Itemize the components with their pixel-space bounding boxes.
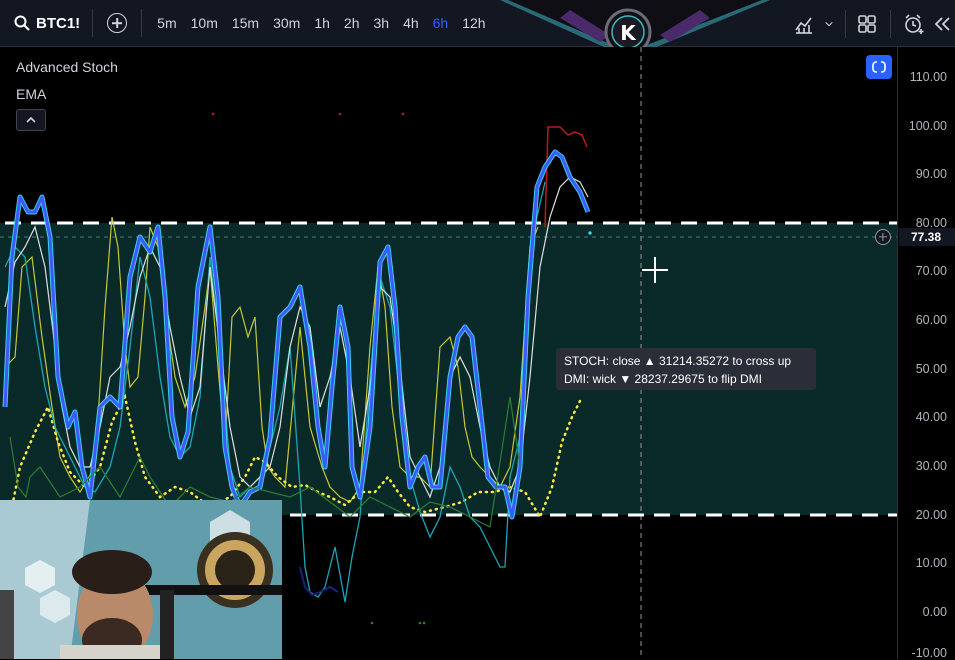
- layout-button[interactable]: [852, 0, 882, 47]
- price-tick: -10.00: [911, 646, 947, 660]
- interval-1h[interactable]: 1h: [307, 0, 337, 47]
- price-tick: 110.00: [909, 70, 947, 84]
- add-level-icon[interactable]: [875, 229, 891, 245]
- price-tick: 100.00: [908, 119, 947, 133]
- grid-layout-icon: [858, 14, 876, 33]
- sync-icon: [872, 60, 886, 74]
- interval-30m[interactable]: 30m: [266, 0, 307, 47]
- legend-collapse-button[interactable]: [16, 109, 46, 131]
- green-dot: [418, 621, 422, 625]
- separator: [845, 9, 846, 38]
- red-dot: [211, 112, 215, 116]
- interval-bar: 5m 10m 15m 30m 1h 2h 3h 4h 6h 12h: [142, 0, 492, 47]
- interval-3h[interactable]: 3h: [366, 0, 396, 47]
- green-dot: [370, 621, 374, 625]
- search-icon: [14, 15, 30, 31]
- separator: [890, 9, 891, 38]
- symbol-search[interactable]: BTC1!: [0, 0, 92, 46]
- indicator-legend-title[interactable]: Advanced Stoch: [16, 59, 118, 75]
- banner-logo-letter: K: [620, 21, 637, 45]
- red-dot: [338, 112, 342, 116]
- indicator-tooltip: STOCH: close ▲ 31214.35272 to cross up D…: [556, 348, 816, 390]
- top-toolbar: BTC1! 5m 10m 15m 30m 1h 2h 3h 4h 6h 12h: [0, 0, 955, 47]
- price-tick: 0.00: [922, 605, 947, 619]
- price-tick: 60.00: [915, 313, 947, 327]
- interval-6h[interactable]: 6h: [426, 0, 456, 47]
- interval-4h[interactable]: 4h: [396, 0, 426, 47]
- interval-15m[interactable]: 15m: [225, 0, 266, 47]
- symbol-name: BTC1!: [36, 14, 81, 32]
- right-toolbar: [789, 0, 955, 47]
- sync-button[interactable]: [866, 55, 892, 79]
- indicators-button[interactable]: [789, 0, 819, 47]
- current-value-label: 77.38: [899, 228, 955, 246]
- interval-10m[interactable]: 10m: [184, 0, 225, 47]
- tooltip-stoch-line: STOCH: close ▲ 31214.35272 to cross up: [564, 354, 792, 368]
- interval-5m[interactable]: 5m: [150, 0, 183, 47]
- indicators-dropdown[interactable]: [819, 0, 839, 47]
- alert-button[interactable]: [899, 0, 929, 47]
- price-tick: 30.00: [915, 459, 947, 473]
- ema-legend-title[interactable]: EMA: [16, 86, 46, 102]
- red-dot: [401, 112, 405, 116]
- chevron-down-icon: [825, 21, 833, 26]
- price-tick: 10.00: [915, 556, 947, 570]
- price-tick: 90.00: [915, 167, 947, 181]
- green-dot: [422, 621, 426, 625]
- price-tick: 50.00: [915, 362, 947, 376]
- price-scale[interactable]: 110.00 100.00 90.00 80.00 70.00 60.00 50…: [897, 47, 955, 660]
- cyan-dot: [588, 231, 592, 235]
- interval-12h[interactable]: 12h: [455, 0, 492, 47]
- price-tick: 20.00: [915, 508, 947, 522]
- tooltip-dmi-line: DMI: wick ▼ 28237.29675 to flip DMI: [564, 372, 762, 386]
- webcam-overlay: [0, 500, 282, 659]
- replay-button[interactable]: [929, 0, 955, 47]
- interval-2h[interactable]: 2h: [337, 0, 367, 47]
- price-tick: 40.00: [915, 410, 947, 424]
- chart-indicators-icon: [795, 17, 812, 34]
- separator: [92, 9, 94, 37]
- compare-add-icon[interactable]: [107, 13, 128, 33]
- alarm-clock-add-icon: [905, 13, 924, 34]
- chevron-up-icon: [26, 116, 36, 123]
- rewind-icon: [934, 16, 950, 31]
- price-tick: 70.00: [915, 264, 947, 278]
